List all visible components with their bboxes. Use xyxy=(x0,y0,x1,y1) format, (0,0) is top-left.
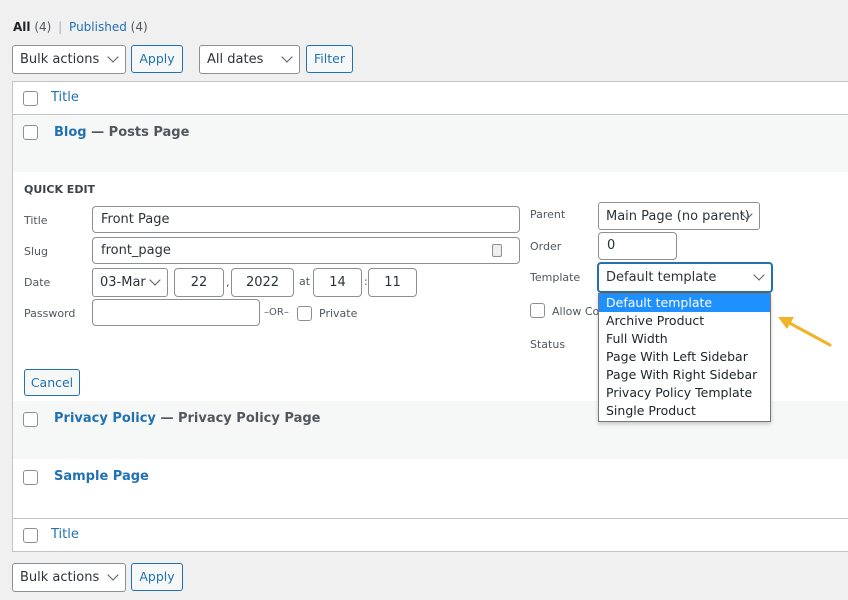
year-input[interactable]: 2022 xyxy=(231,268,294,297)
chevron-down-icon xyxy=(107,51,119,63)
row-checkbox[interactable] xyxy=(23,470,38,485)
apply-button-bottom[interactable]: Apply xyxy=(131,563,183,591)
chevron-down-icon xyxy=(107,569,119,581)
bulk-actions-select[interactable]: Bulk actions xyxy=(12,45,126,74)
order-label: Order xyxy=(530,240,562,253)
slug-label: Slug xyxy=(24,245,48,258)
chevron-down-icon xyxy=(281,51,293,63)
row-title-link[interactable]: Sample Page xyxy=(54,469,149,484)
allow-comments-checkbox[interactable] xyxy=(530,303,545,318)
private-label: Private xyxy=(319,307,358,320)
filter-button[interactable]: Filter xyxy=(306,45,353,73)
month-select[interactable]: 03-Mar xyxy=(92,268,168,297)
template-option[interactable]: Default template xyxy=(599,294,770,312)
bulk-actions-select-bottom[interactable]: Bulk actions xyxy=(12,563,126,592)
filter-published[interactable]: Published xyxy=(69,20,127,34)
order-input[interactable]: 0 xyxy=(598,232,677,260)
bulk-actions-value: Bulk actions xyxy=(20,570,100,585)
template-option[interactable]: Archive Product xyxy=(599,312,770,330)
parent-value: Main Page (no parent) xyxy=(606,209,750,224)
template-option[interactable]: Page With Left Sidebar xyxy=(599,348,770,366)
slug-value: front_page xyxy=(101,243,171,258)
separator: | xyxy=(58,20,63,34)
arrow-annotation-icon xyxy=(778,317,832,347)
row-checkbox[interactable] xyxy=(23,412,38,427)
title-input[interactable]: Front Page xyxy=(92,206,520,233)
chevron-down-icon xyxy=(149,274,161,286)
password-manager-icon[interactable] xyxy=(492,244,502,257)
all-count: (4) xyxy=(34,20,52,34)
row-checkbox[interactable] xyxy=(23,125,38,140)
status-filters: All (4) | Published (4) xyxy=(13,20,148,34)
row-title-link[interactable]: Privacy Policy xyxy=(54,411,156,426)
template-option[interactable]: Single Product xyxy=(599,402,770,420)
template-select[interactable]: Default template xyxy=(598,263,772,292)
select-all-checkbox[interactable] xyxy=(23,91,38,106)
template-dropdown[interactable]: Default template Archive Product Full Widt… xyxy=(598,293,771,422)
template-option[interactable]: Privacy Policy Template xyxy=(599,384,770,402)
private-checkbox[interactable] xyxy=(297,306,312,321)
bulk-actions-value: Bulk actions xyxy=(20,52,100,67)
template-value: Default template xyxy=(606,270,717,285)
password-label: Password xyxy=(24,307,76,320)
title-column-header[interactable]: Title xyxy=(51,90,79,105)
allow-comments-label: Allow Co xyxy=(552,305,600,318)
parent-select[interactable]: Main Page (no parent) xyxy=(598,202,760,230)
select-all-checkbox[interactable] xyxy=(23,528,38,543)
hour-input[interactable]: 14 xyxy=(313,268,362,297)
row-title-link[interactable]: Blog xyxy=(54,125,87,140)
password-input[interactable] xyxy=(92,299,260,326)
date-label: Date xyxy=(24,276,51,289)
apply-button[interactable]: Apply xyxy=(131,45,183,73)
at-label: at xyxy=(299,275,311,288)
minute-input[interactable]: 11 xyxy=(368,268,417,297)
title-label: Title xyxy=(24,214,48,227)
day-input[interactable]: 22 xyxy=(174,268,224,297)
comma: , xyxy=(226,276,230,289)
dates-value: All dates xyxy=(207,52,264,67)
template-option[interactable]: Full Width xyxy=(599,330,770,348)
chevron-down-icon xyxy=(753,269,765,281)
month-value: 03-Mar xyxy=(100,275,146,290)
table-row: Sample Page xyxy=(12,459,848,518)
table-header: Title xyxy=(12,81,848,115)
title-column-footer[interactable]: Title xyxy=(51,527,79,542)
table-footer: Title xyxy=(12,518,848,552)
dates-select[interactable]: All dates xyxy=(199,45,300,74)
table-row: Blog — Posts Page xyxy=(12,115,848,172)
quick-edit-heading: QUICK EDIT xyxy=(24,183,96,196)
parent-label: Parent xyxy=(530,208,566,221)
status-label: Status xyxy=(530,338,566,351)
template-option[interactable]: Page With Right Sidebar xyxy=(599,366,770,384)
template-label: Template xyxy=(530,271,581,284)
post-state: — Privacy Policy Page xyxy=(160,411,321,426)
or-separator: –OR– xyxy=(264,307,289,318)
filter-all[interactable]: All xyxy=(13,20,31,34)
published-count: (4) xyxy=(130,20,148,34)
slug-input[interactable]: front_page xyxy=(92,237,520,264)
post-state: — Posts Page xyxy=(91,125,190,140)
cancel-button[interactable]: Cancel xyxy=(24,369,80,396)
